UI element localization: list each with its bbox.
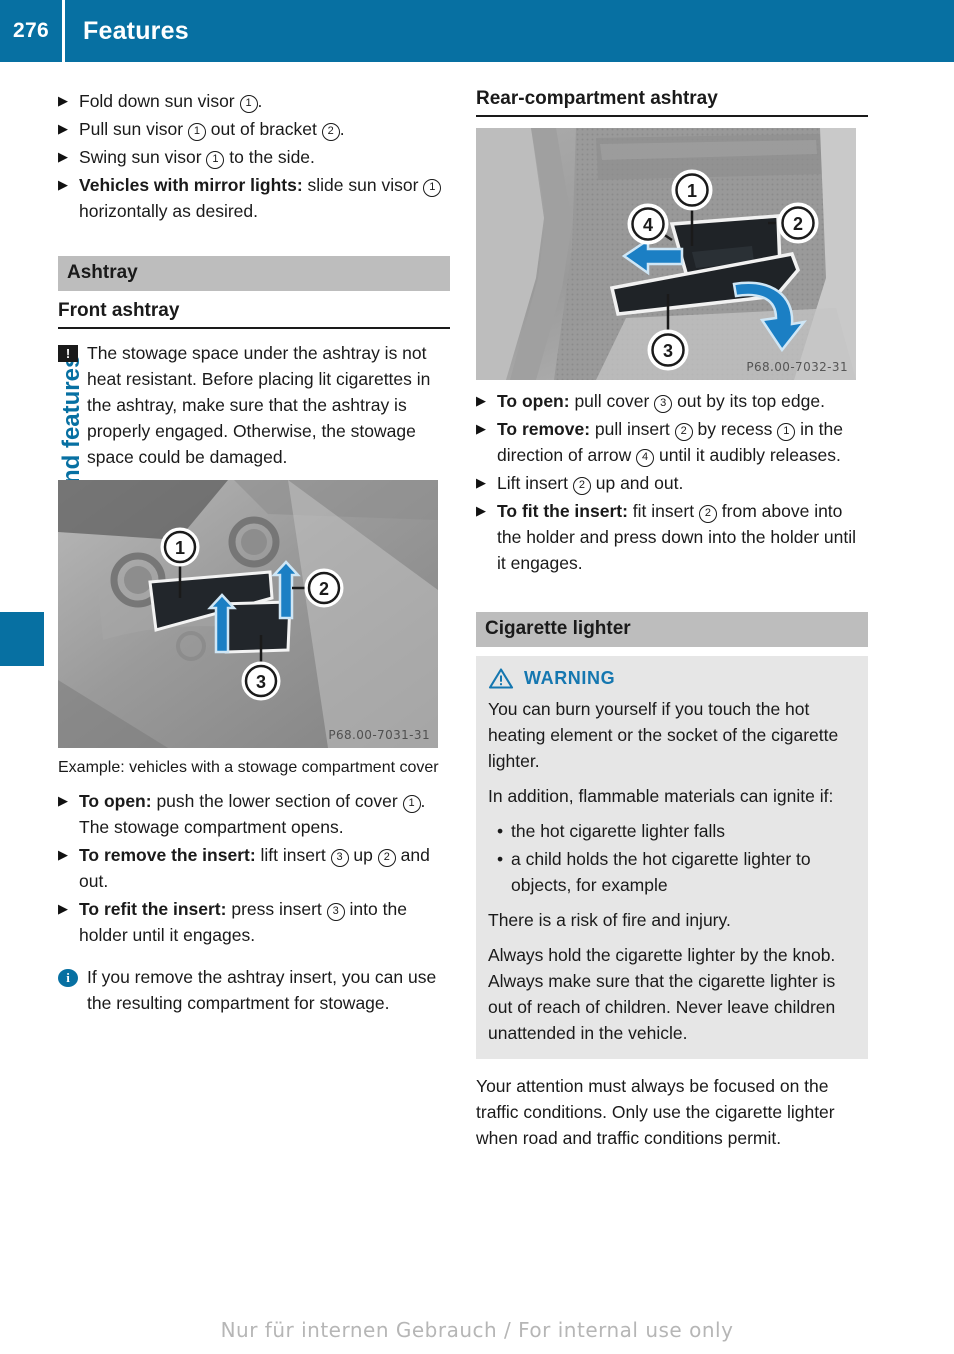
step-text: To open: push the lower section of cover…	[79, 791, 426, 837]
step-text: To remove: pull insert 2 by recess 1 in …	[497, 419, 843, 467]
warning-title: WARNING	[524, 668, 616, 688]
list-item: ▶ To remove: pull insert 2 by recess 1 i…	[476, 416, 868, 468]
right-column: Rear-compartment ashtray 1 2 3 4 P68.00-…	[476, 88, 868, 1159]
subhead-front-ashtray: Front ashtray	[58, 300, 450, 329]
warning-paragraph: There is a risk of fire and injury.	[488, 910, 731, 930]
exclamation-box-icon: !	[58, 345, 78, 362]
info-block: i If you remove the ashtray insert, you …	[58, 964, 450, 1016]
triangle-bullet-icon: ▶	[476, 393, 486, 408]
closing-paragraph: Your attention must always be focused on…	[476, 1076, 835, 1148]
list-item: • the hot cigarette lighter falls	[488, 818, 856, 844]
info-circle-icon: i	[58, 969, 78, 987]
dot-bullet-icon: •	[497, 849, 504, 869]
figure-front-ashtray-graphic: 1 2 3	[58, 480, 438, 748]
page-header: 276 Features	[0, 0, 954, 62]
step-text: To open: pull cover 3 out by its top edg…	[497, 391, 825, 413]
step-text: Swing sun visor 1 to the side.	[79, 147, 315, 169]
step-text: To refit the insert: press insert 3 into…	[79, 899, 407, 945]
svg-text:2: 2	[793, 214, 803, 234]
figure-front-ashtray: 1 2 3 P68.00-7031-31	[58, 480, 438, 748]
svg-text:4: 4	[643, 215, 653, 235]
chapter-rail: Stowing and features	[0, 62, 85, 1354]
list-item: ▶ To remove the insert: lift insert 3 up…	[58, 842, 450, 894]
step-text: Vehicles with mirror lights: slide sun v…	[79, 172, 450, 224]
section-band-cigarette-lighter: Cigarette lighter	[476, 612, 868, 647]
list-item: ▶ Pull sun visor 1 out of bracket 2.	[58, 116, 450, 142]
step-text: Lift insert 2 up and out.	[497, 473, 684, 495]
triangle-bullet-icon: ▶	[58, 793, 68, 808]
warning-header: WARNING	[488, 667, 856, 690]
figure-rear-ashtray: 1 2 3 4 P68.00-7032-31	[476, 128, 856, 380]
triangle-bullet-icon: ▶	[476, 503, 486, 518]
page-number: 276	[13, 19, 49, 42]
svg-text:1: 1	[687, 181, 697, 201]
warning-panel: WARNING You can burn yourself if you tou…	[476, 656, 868, 1059]
warning-paragraph: You can burn yourself if you touch the h…	[488, 699, 839, 771]
chapter-thumb-tab	[0, 612, 44, 666]
step-text: Pull sun visor 1 out of bracket 2.	[79, 119, 345, 141]
page-title: Features	[83, 16, 189, 45]
list-item: • a child holds the hot cigarette lighte…	[488, 846, 856, 898]
ashtray-step-list: ▶ To open: push the lower section of cov…	[58, 788, 450, 948]
list-item: ▶ To open: push the lower section of cov…	[58, 788, 450, 840]
section-band-ashtray: Ashtray	[58, 256, 450, 291]
triangle-bullet-icon: ▶	[476, 421, 486, 436]
list-item: ▶ Vehicles with mirror lights: slide sun…	[58, 172, 450, 224]
list-item: ▶ Lift insert 2 up and out.	[476, 470, 868, 496]
svg-text:3: 3	[256, 672, 266, 692]
warning-paragraph: In addition, flammable materials can ign…	[488, 786, 834, 806]
triangle-bullet-icon: ▶	[58, 121, 68, 136]
triangle-bullet-icon: ▶	[58, 847, 68, 862]
triangle-bullet-icon: ▶	[58, 177, 68, 192]
warning-bullet-text: the hot cigarette lighter falls	[511, 821, 726, 841]
svg-text:2: 2	[319, 579, 329, 599]
step-text: To remove the insert: lift insert 3 up 2…	[79, 845, 430, 891]
figure-caption: Example: vehicles with a stowage compart…	[58, 759, 439, 776]
sun-visor-step-list: ▶ Fold down sun visor 1. ▶ Pull sun viso…	[58, 88, 450, 224]
svg-text:3: 3	[663, 341, 673, 361]
subhead-rear-compartment-ashtray: Rear-compartment ashtray	[476, 88, 868, 117]
notice-text: The stowage space under the ashtray is n…	[87, 343, 431, 467]
list-item: ▶ To fit the insert: fit insert 2 from a…	[476, 498, 868, 576]
triangle-bullet-icon: ▶	[58, 93, 68, 108]
dot-bullet-icon: •	[497, 821, 504, 841]
warning-paragraph: Always hold the cigarette lighter by the…	[488, 945, 836, 1043]
triangle-bullet-icon: ▶	[58, 149, 68, 164]
footer-watermark: Nur für internen Gebrauch / For internal…	[220, 1318, 734, 1342]
step-text: To fit the insert: fit insert 2 from abo…	[497, 501, 856, 573]
warning-bullet-text: a child holds the hot cigarette lighter …	[511, 849, 811, 895]
warning-triangle-icon	[488, 668, 514, 689]
rear-ashtray-step-list: ▶ To open: pull cover 3 out by its top e…	[476, 388, 868, 576]
info-text: If you remove the ashtray insert, you ca…	[87, 967, 437, 1013]
notice-block: ! The stowage space under the ashtray is…	[58, 340, 450, 470]
svg-text:1: 1	[175, 538, 185, 558]
figure-code: P68.00-7032-31	[746, 360, 848, 374]
triangle-bullet-icon: ▶	[58, 901, 68, 916]
triangle-bullet-icon: ▶	[476, 475, 486, 490]
list-item: ▶ Fold down sun visor 1.	[58, 88, 450, 114]
figure-code: P68.00-7031-31	[328, 728, 430, 742]
figure-rear-ashtray-graphic: 1 2 3 4	[476, 128, 856, 380]
step-text: Fold down sun visor 1.	[79, 91, 263, 113]
list-item: ▶ To open: pull cover 3 out by its top e…	[476, 388, 868, 414]
left-column: ▶ Fold down sun visor 1. ▶ Pull sun viso…	[58, 88, 450, 1016]
list-item: ▶ Swing sun visor 1 to the side.	[58, 144, 450, 170]
list-item: ▶ To refit the insert: press insert 3 in…	[58, 896, 450, 948]
